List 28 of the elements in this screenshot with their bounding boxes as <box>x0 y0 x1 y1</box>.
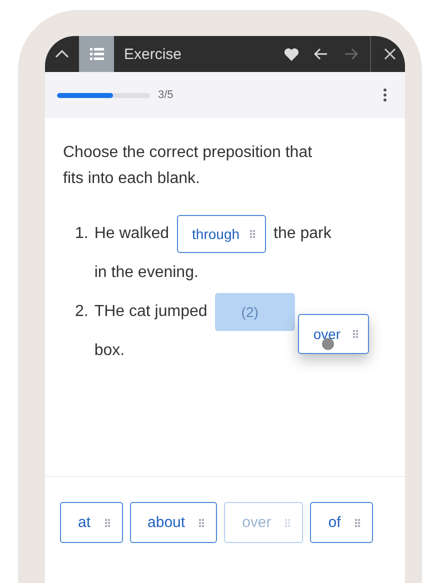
drag-handle-icon <box>250 230 255 238</box>
heart-icon <box>284 48 298 60</box>
chevron-up-icon <box>55 49 69 59</box>
list-icon <box>90 48 104 60</box>
word-chip[interactable]: about <box>130 502 218 543</box>
question-number: 2. <box>75 303 88 321</box>
answer-blank[interactable]: through <box>177 215 266 253</box>
question-text: the park <box>274 225 332 243</box>
drag-handle-icon <box>104 518 110 526</box>
progress-label: 3/5 <box>158 89 174 101</box>
drag-handle-icon <box>285 518 290 526</box>
question-text: He walked <box>94 225 170 243</box>
close-icon <box>384 48 396 60</box>
arrow-left-icon <box>314 48 328 60</box>
drag-handle-icon <box>352 330 358 338</box>
dragged-word-chip[interactable]: over <box>298 314 369 354</box>
more-menu-icon[interactable] <box>383 88 387 102</box>
window-title: Exercise <box>123 44 183 64</box>
question-number: 1. <box>75 225 88 243</box>
drag-handle-icon <box>354 518 360 526</box>
question-text: in the evening. <box>94 264 198 282</box>
word-chip[interactable]: at <box>60 502 123 543</box>
arrow-right-icon <box>344 48 358 60</box>
word-chip[interactable]: of <box>310 502 373 543</box>
drag-handle-icon <box>199 518 204 526</box>
question-text: box. <box>94 342 125 360</box>
instruction-text: Choose the correct preposition that fits into each blank. <box>63 143 314 189</box>
question-text: THe cat jumped <box>94 303 208 321</box>
